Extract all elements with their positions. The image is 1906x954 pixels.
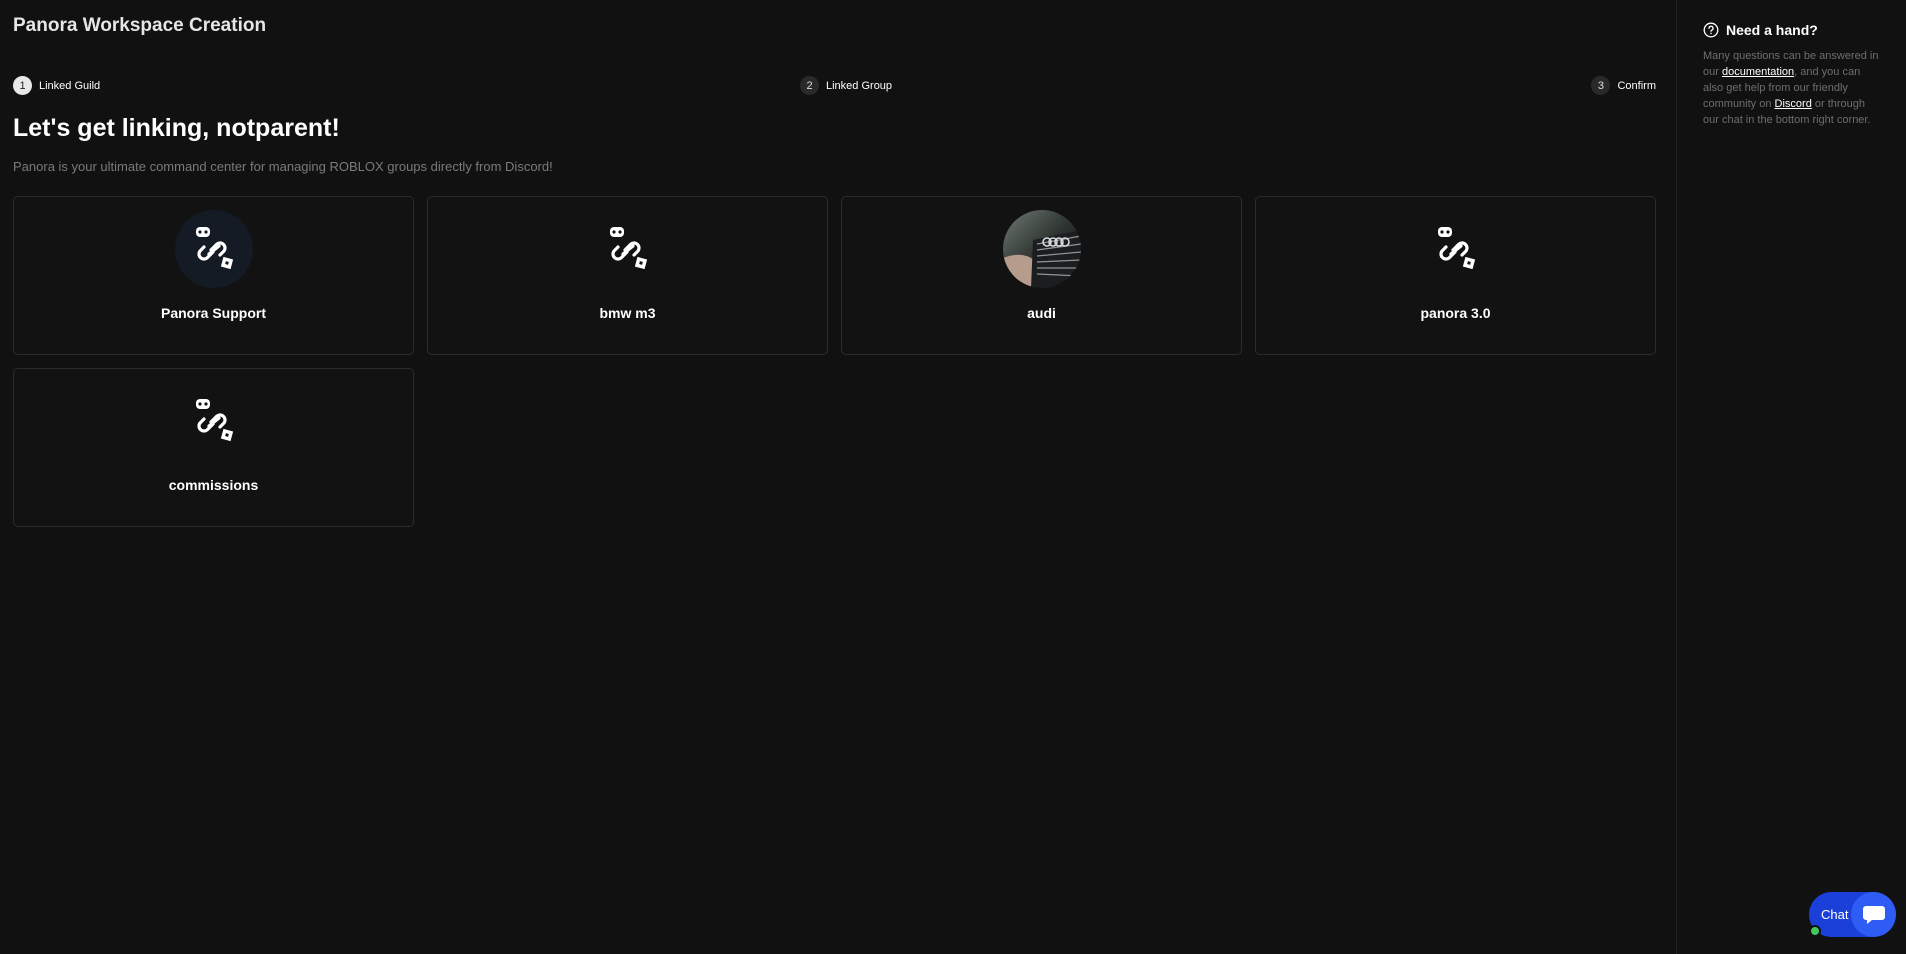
step-linked-group[interactable]: 2 Linked Group [800, 76, 892, 95]
guild-photo [1002, 210, 1081, 288]
guild-avatar [175, 382, 253, 460]
guild-name: Panora Support [160, 305, 266, 321]
guild-card-audi[interactable]: audi [841, 196, 1242, 355]
chat-bubble [1851, 892, 1896, 937]
guild-name: panora 3.0 [1420, 305, 1491, 321]
page-subtitle: Panora is your ultimate command center f… [13, 159, 553, 174]
guild-avatar [1417, 210, 1495, 288]
guild-name: bmw m3 [599, 305, 656, 321]
car-photo-icon [1002, 210, 1081, 288]
guild-grid: Panora Support bmw m3 audi panora 3.0 co… [13, 196, 1663, 527]
guild-name: audi [1027, 305, 1056, 321]
main-content: Panora Workspace Creation 1 Linked Guild… [0, 0, 1676, 954]
help-title: Need a hand? [1726, 22, 1818, 38]
link-icon [195, 227, 233, 270]
guild-avatar [589, 210, 667, 288]
stepper: 1 Linked Guild 2 Linked Group 3 Confirm [13, 76, 1656, 98]
guild-name: commissions [168, 477, 259, 493]
help-circle-icon [1703, 22, 1719, 38]
link-icon [1437, 227, 1475, 270]
chat-label: Chat [1821, 907, 1849, 922]
link-icon [609, 227, 647, 270]
step-label: Linked Group [826, 79, 893, 92]
step-confirm[interactable]: 3 Confirm [1591, 76, 1656, 95]
link-icon [195, 399, 233, 442]
help-heading: Need a hand? [1703, 22, 1880, 38]
help-text: Many questions can be answered in our do… [1703, 48, 1880, 128]
chat-button[interactable]: Chat [1809, 892, 1896, 937]
documentation-link[interactable]: documentation [1722, 66, 1794, 78]
app-title: Panora Workspace Creation [13, 15, 267, 36]
help-sidebar: Need a hand? Many questions can be answe… [1676, 0, 1906, 954]
step-number: 1 [13, 76, 32, 95]
page-heading: Let's get linking, notparent! [13, 114, 340, 142]
step-label: Linked Guild [39, 79, 101, 92]
guild-card-commissions[interactable]: commissions [13, 368, 414, 527]
chat-bubble-icon [1862, 905, 1885, 924]
step-linked-guild[interactable]: 1 Linked Guild [13, 76, 100, 95]
online-status-dot [1809, 925, 1821, 937]
guild-card-bmw-m3[interactable]: bmw m3 [427, 196, 828, 355]
step-label: Confirm [1617, 79, 1656, 92]
guild-avatar [174, 210, 253, 288]
step-number: 3 [1591, 76, 1611, 95]
step-number: 2 [800, 76, 819, 95]
guild-card-panora-3[interactable]: panora 3.0 [1255, 196, 1656, 355]
discord-link[interactable]: Discord [1775, 98, 1812, 110]
guild-card-panora-support[interactable]: Panora Support [13, 196, 414, 355]
